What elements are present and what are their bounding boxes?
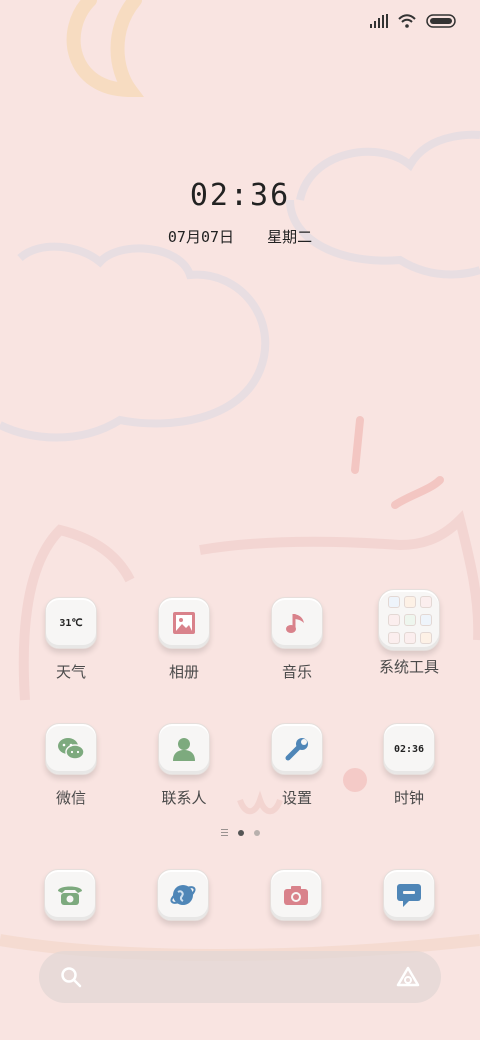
dock-phone[interactable] <box>20 869 120 921</box>
app-label: 微信 <box>55 789 86 807</box>
clock-widget-date: 07月07日 星期二 <box>0 226 480 247</box>
app-label: 时钟 <box>393 789 424 807</box>
app-wechat[interactable]: 微信 <box>21 723 121 808</box>
page-dot <box>253 829 260 836</box>
weekday-text: 星期二 <box>267 228 313 246</box>
dock-messages[interactable] <box>359 869 459 921</box>
weather-icon: 31℃ <box>45 597 97 649</box>
browser-icon <box>157 869 209 921</box>
wechat-icon <box>45 723 97 775</box>
app-weather[interactable]: 31℃ 天气 <box>21 597 121 682</box>
app-clock[interactable]: 02:36 时钟 <box>359 723 459 808</box>
date-text: 07月07日 <box>167 228 235 246</box>
gallery-icon <box>158 597 210 649</box>
app-label: 天气 <box>55 663 86 681</box>
app-label: 相册 <box>168 663 199 681</box>
signal-icon <box>370 14 388 28</box>
wifi-icon <box>398 14 416 28</box>
app-label: 设置 <box>281 789 312 807</box>
folder-icon <box>378 589 440 651</box>
clock-icon: 02:36 <box>383 723 435 775</box>
page-indicator[interactable] <box>0 829 480 836</box>
app-folder-system-tools[interactable]: 系统工具 <box>359 589 459 677</box>
messages-icon <box>383 869 435 921</box>
page-dot-active <box>237 829 244 836</box>
status-bar <box>370 10 456 32</box>
app-settings[interactable]: 设置 <box>247 723 347 808</box>
app-label: 联系人 <box>161 789 207 807</box>
clock-widget-time[interactable]: 02:36 <box>0 178 480 213</box>
phone-icon <box>44 869 96 921</box>
app-label: 系统工具 <box>378 658 439 676</box>
dock-browser[interactable] <box>133 869 233 921</box>
app-gallery[interactable]: 相册 <box>134 597 234 682</box>
contacts-icon <box>158 723 210 775</box>
dock-camera[interactable] <box>246 869 346 921</box>
battery-icon <box>426 14 456 28</box>
app-music[interactable]: 音乐 <box>247 597 347 682</box>
settings-icon <box>271 723 323 775</box>
assistant-icon[interactable] <box>395 965 421 989</box>
menu-lines-icon <box>220 829 228 836</box>
search-icon[interactable] <box>60 966 82 988</box>
music-icon <box>271 597 323 649</box>
search-bar[interactable] <box>39 951 441 1003</box>
camera-icon <box>270 869 322 921</box>
app-label: 音乐 <box>281 663 312 681</box>
app-contacts[interactable]: 联系人 <box>134 723 234 808</box>
